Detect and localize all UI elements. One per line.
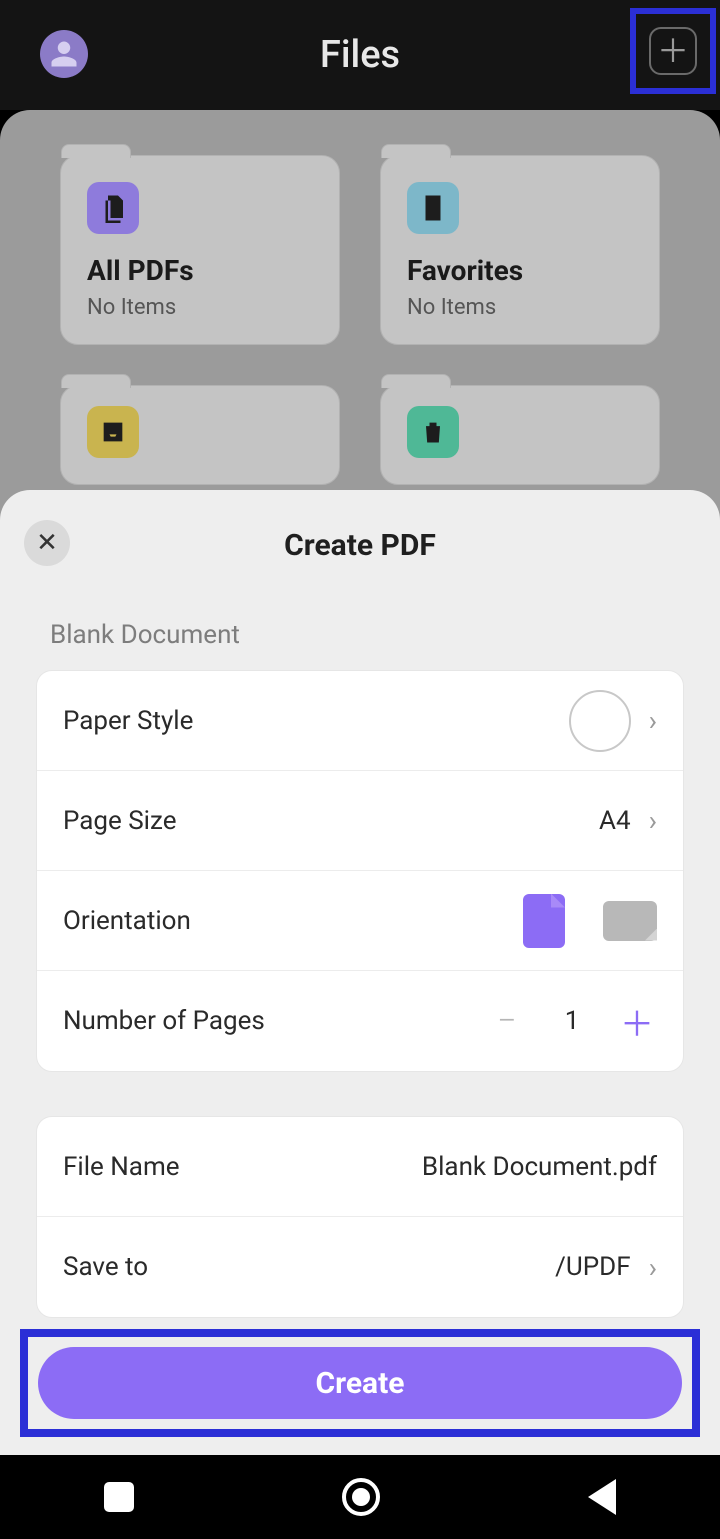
- sheet-title: Create PDF: [284, 528, 436, 563]
- pages-increment[interactable]: ＋: [617, 997, 657, 1046]
- create-button[interactable]: Create: [38, 1347, 682, 1419]
- close-icon: ✕: [36, 528, 58, 558]
- nav-back[interactable]: [588, 1479, 616, 1515]
- trash-icon: [407, 406, 459, 458]
- add-button-highlight: ＋: [630, 8, 716, 94]
- file-name-value: Blank Document.pdf: [422, 1152, 657, 1182]
- nav-home[interactable]: [342, 1478, 380, 1516]
- documents-icon: [87, 182, 139, 234]
- pages-decrement[interactable]: −: [487, 1001, 527, 1041]
- inbox-icon: [87, 406, 139, 458]
- page-title: Files: [320, 33, 400, 77]
- section-label: Blank Document: [0, 580, 720, 670]
- nav-recent[interactable]: [104, 1482, 134, 1512]
- save-to-value: /UPDF: [555, 1252, 630, 1282]
- row-label: Orientation: [63, 906, 191, 936]
- person-icon: [49, 39, 79, 69]
- add-button[interactable]: ＋: [649, 27, 697, 75]
- folder-subtitle: No Items: [87, 295, 313, 320]
- row-paper-style[interactable]: Paper Style ›: [37, 671, 683, 771]
- row-label: Paper Style: [63, 706, 193, 736]
- row-label: File Name: [63, 1152, 180, 1182]
- folder-title: Favorites: [407, 254, 633, 287]
- row-label: Number of Pages: [63, 1006, 265, 1036]
- row-label: Page Size: [63, 806, 176, 836]
- row-number-of-pages: Number of Pages − 1 ＋: [37, 971, 683, 1071]
- profile-avatar[interactable]: [40, 30, 88, 78]
- row-orientation: Orientation: [37, 871, 683, 971]
- create-pdf-sheet: ✕ Create PDF Blank Document Paper Style …: [0, 490, 720, 1455]
- chevron-right-icon: ›: [649, 804, 657, 837]
- star-document-icon: [407, 182, 459, 234]
- folder-all-pdfs[interactable]: All PDFs No Items: [60, 155, 340, 345]
- row-file-name[interactable]: File Name Blank Document.pdf: [37, 1117, 683, 1217]
- folder-trash[interactable]: [380, 385, 660, 485]
- chevron-right-icon: ›: [649, 704, 657, 737]
- create-button-label: Create: [316, 1366, 405, 1401]
- pages-value: 1: [557, 1006, 587, 1036]
- row-page-size[interactable]: Page Size A4 ›: [37, 771, 683, 871]
- plus-icon: ＋: [657, 35, 689, 67]
- folder-subtitle: No Items: [407, 295, 633, 320]
- orientation-portrait[interactable]: [523, 894, 565, 948]
- row-save-to[interactable]: Save to /UPDF ›: [37, 1217, 683, 1317]
- paper-style-preview: [569, 690, 631, 752]
- folder-title: All PDFs: [87, 254, 313, 287]
- row-label: Save to: [63, 1252, 148, 1282]
- settings-card-1: Paper Style › Page Size A4 › Orientation…: [36, 670, 684, 1072]
- chevron-right-icon: ›: [649, 1251, 657, 1284]
- folder-favorites[interactable]: Favorites No Items: [380, 155, 660, 345]
- top-bar: Files ＋: [0, 0, 720, 110]
- folder-inbox[interactable]: [60, 385, 340, 485]
- system-nav-bar: [0, 1455, 720, 1539]
- close-button[interactable]: ✕: [24, 520, 70, 566]
- page-size-value: A4: [599, 806, 631, 836]
- settings-card-2: File Name Blank Document.pdf Save to /UP…: [36, 1116, 684, 1318]
- orientation-landscape[interactable]: [603, 901, 657, 941]
- create-button-highlight: Create: [20, 1329, 700, 1437]
